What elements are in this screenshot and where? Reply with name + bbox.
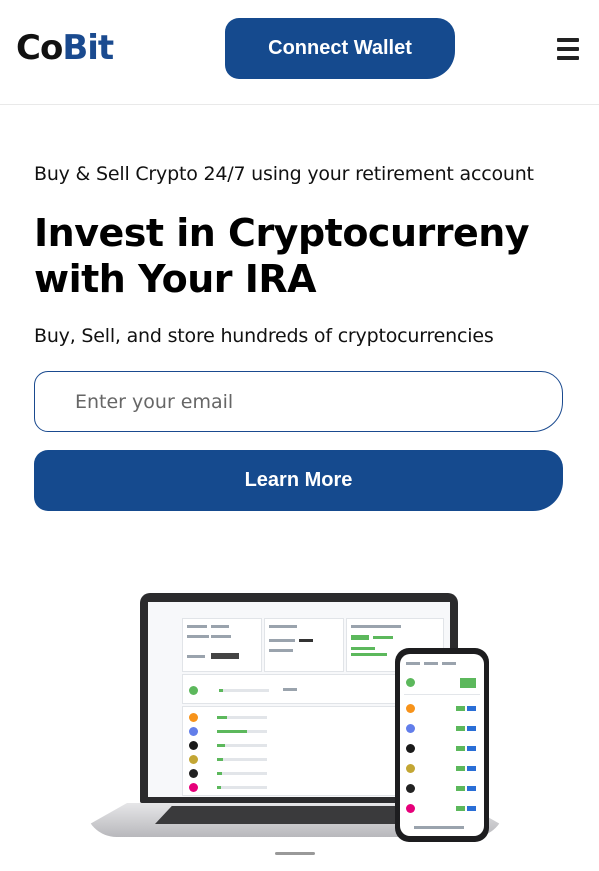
hamburger-menu-icon[interactable]: [557, 38, 579, 60]
phone-mockup: [395, 648, 489, 842]
laptop-keyboard: [155, 806, 435, 824]
hero-subline: Buy, Sell, and store hundreds of cryptoc…: [34, 325, 494, 347]
laptop-phone-illustration: [85, 590, 505, 865]
menu-bar: [557, 47, 579, 51]
headline-line-2: with Your IRA: [34, 257, 317, 301]
laptop-notch: [275, 852, 315, 855]
menu-bar: [557, 38, 579, 42]
connect-wallet-button[interactable]: Connect Wallet: [225, 18, 455, 79]
logo-text-bit: Bit: [62, 28, 114, 68]
email-input[interactable]: [34, 371, 563, 432]
account-card: [182, 618, 262, 672]
learn-more-button[interactable]: Learn More: [34, 450, 563, 511]
hero-tagline: Buy & Sell Crypto 24/7 using your retire…: [34, 163, 534, 185]
cobit-logo[interactable]: CoBit: [16, 26, 114, 70]
referral-card: [264, 618, 344, 672]
logo-text-co: Co: [16, 28, 63, 68]
site-header: CoBit Connect Wallet: [0, 0, 599, 105]
hero-headline: Invest in Cryptocurreny with Your IRA: [34, 210, 574, 302]
phone-dashboard-screen: [400, 654, 484, 836]
headline-line-1: Invest in Cryptocurreny: [34, 211, 530, 255]
menu-bar: [557, 56, 579, 60]
